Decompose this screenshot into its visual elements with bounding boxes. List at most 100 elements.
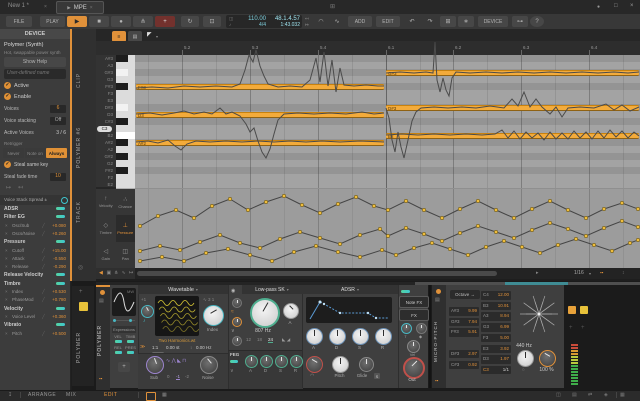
mod-remove-icon[interactable]: × bbox=[5, 331, 8, 336]
arranger-record-icon[interactable]: ⋔ bbox=[133, 16, 153, 27]
tuning-cell-B3[interactable]: B310.91 bbox=[481, 302, 511, 311]
mod-amount-value[interactable]: +0.080 bbox=[46, 223, 66, 228]
fx-slot[interactable]: FX bbox=[399, 309, 429, 321]
expression-lane[interactable] bbox=[135, 189, 640, 268]
expression-tab-pan[interactable]: ◫Pan bbox=[116, 242, 136, 268]
chain-plus-b[interactable]: + bbox=[581, 325, 585, 331]
lane-tool-icon-2[interactable]: ⋔ bbox=[114, 270, 118, 276]
spread-modulator-icon[interactable] bbox=[61, 197, 68, 204]
mod-remove-icon[interactable]: × bbox=[5, 264, 8, 269]
steal-same-key-checkbox[interactable]: ✓ bbox=[4, 161, 11, 168]
piano-key-black-D#3[interactable] bbox=[116, 104, 128, 111]
chain-add-icon[interactable]: + bbox=[79, 289, 83, 295]
piano-key-black-C#3[interactable] bbox=[116, 118, 128, 125]
file-button[interactable]: FILE bbox=[6, 16, 32, 27]
record-button[interactable]: ● bbox=[111, 16, 131, 27]
mod-curve-icon[interactable]: ╱ bbox=[42, 289, 45, 295]
note-B2[interactable]: B2 bbox=[386, 133, 639, 139]
piano-key-black-F#2[interactable] bbox=[116, 167, 128, 174]
redo-button[interactable]: ↷ bbox=[422, 16, 438, 27]
lane-tool-icon-0[interactable]: ◀ bbox=[99, 270, 103, 276]
tempo-display[interactable]: 110.00 bbox=[238, 16, 266, 22]
voices-value[interactable]: 6 bbox=[50, 105, 66, 113]
wavetable-name[interactable]: Two Harmonics.wt bbox=[150, 338, 204, 343]
tuning-cell-F3[interactable]: F35.00 bbox=[481, 334, 511, 343]
jump-in-icon[interactable]: ↤ bbox=[18, 184, 23, 191]
freq-value[interactable]: 0.00 Hz bbox=[196, 345, 212, 350]
grid-row-E2[interactable] bbox=[135, 181, 640, 189]
jump-forward-icon[interactable]: ↦ bbox=[305, 22, 309, 28]
enable-checkbox[interactable]: ✓ bbox=[4, 93, 11, 100]
feg-knob-S[interactable] bbox=[275, 355, 288, 368]
retrigger-option-always[interactable]: Always bbox=[46, 148, 67, 158]
feg-knob-D[interactable] bbox=[260, 355, 273, 368]
status-right-icon-3[interactable]: ◈ bbox=[604, 392, 608, 398]
status-right-icon-0[interactable]: ◫ bbox=[556, 392, 561, 398]
mod-curve-icon[interactable]: ╱ bbox=[42, 314, 45, 320]
piano-key-E2[interactable] bbox=[116, 181, 135, 189]
tuning-cell-D#3[interactable]: D#32.97 bbox=[449, 350, 479, 359]
osc-keytrack-icon[interactable]: ♪ bbox=[143, 318, 146, 324]
grid-panel-icon[interactable]: ▦ bbox=[162, 392, 167, 398]
device-button[interactable]: DEVICE bbox=[478, 16, 508, 27]
grid-value-dropdown-icon[interactable]: ▾ bbox=[589, 271, 591, 276]
note-D3[interactable]: D3 bbox=[136, 112, 384, 118]
mod-amount-value[interactable]: +0.260 bbox=[46, 231, 66, 236]
expression-tab-pressure[interactable]: ⊥Pressure bbox=[116, 215, 136, 241]
mod-curve-icon[interactable]: ╱ bbox=[42, 223, 45, 229]
adsr-knob-A[interactable] bbox=[306, 328, 323, 345]
ref-freq-knob[interactable] bbox=[517, 350, 534, 367]
feg-knob-A[interactable] bbox=[245, 355, 258, 368]
jump-out-icon[interactable]: ↦ bbox=[6, 184, 11, 191]
retrigger-option-note-on[interactable]: Note on bbox=[25, 148, 46, 158]
expression-cell-rel[interactable]: REL bbox=[112, 345, 124, 355]
filter-type-header[interactable]: Low-pass SK▾ bbox=[242, 285, 302, 294]
window-close-icon[interactable]: × bbox=[630, 3, 634, 9]
loop-button[interactable]: ↻ bbox=[181, 16, 199, 27]
freq-stepper-icon[interactable]: ↕ bbox=[190, 345, 192, 350]
note-fx-slot[interactable]: Note FX bbox=[399, 296, 429, 308]
filter-shape-knob[interactable] bbox=[232, 336, 242, 346]
adsr-out-indicator[interactable] bbox=[401, 290, 410, 293]
mod-amount-value[interactable]: -0.290 bbox=[46, 264, 66, 269]
mod-curve-icon[interactable]: ╱ bbox=[42, 331, 45, 337]
view-button-arrange[interactable]: ARRANGE bbox=[28, 392, 56, 398]
retrigger-option-never[interactable]: Never bbox=[3, 148, 24, 158]
pointer-tool-dropdown-icon[interactable]: ▾ bbox=[156, 34, 158, 39]
adsr-knob-S[interactable] bbox=[352, 328, 369, 345]
editor-scrollbar-handle[interactable] bbox=[137, 271, 497, 276]
expression-cell-pres[interactable]: PRES bbox=[125, 345, 137, 355]
mod-curve-icon[interactable]: ╱ bbox=[42, 297, 45, 303]
osc-header[interactable]: Wavetable▾ bbox=[138, 285, 228, 294]
note-A#2[interactable]: A#2 bbox=[136, 140, 384, 146]
mod-indicator[interactable] bbox=[56, 307, 65, 310]
expression-cell-timb[interactable]: TIMB bbox=[125, 334, 137, 344]
polymer-device-name[interactable]: POLYMER bbox=[97, 310, 109, 370]
tuning-cell-C3[interactable]: C31/1 bbox=[481, 366, 511, 375]
pointer-tool-icon[interactable]: ◤ bbox=[147, 31, 152, 38]
stop-button[interactable]: ■ bbox=[89, 16, 109, 27]
cutoff-knob[interactable] bbox=[250, 298, 280, 328]
automation-follow-icon[interactable]: ∿ bbox=[330, 16, 344, 27]
help-button[interactable]: ? bbox=[530, 16, 544, 27]
polymer-preset-icon[interactable]: ▤ bbox=[99, 298, 104, 304]
detune-value[interactable]: 0.00 st bbox=[166, 345, 180, 350]
feg-curve-icon[interactable]: ∨ bbox=[230, 368, 234, 374]
mod-indicator[interactable] bbox=[56, 282, 65, 285]
tab-track[interactable]: TRACK bbox=[76, 190, 90, 234]
filter-curve-icons[interactable]: ◣ ◢ bbox=[282, 337, 290, 343]
view-button-mix[interactable]: MIX bbox=[66, 392, 76, 398]
osc-pitch-knob[interactable] bbox=[141, 305, 154, 318]
mod-amount-value[interactable]: +15.00 bbox=[46, 248, 66, 253]
feg-knob-R[interactable] bbox=[290, 355, 303, 368]
piano-key-black-F#3[interactable] bbox=[116, 83, 128, 90]
download-icon[interactable]: ↧ bbox=[8, 392, 12, 398]
tuning-cell-A3[interactable]: A38.94 bbox=[481, 312, 511, 321]
out-knob[interactable] bbox=[403, 357, 425, 379]
edit-button[interactable]: EDIT bbox=[376, 16, 400, 27]
mod-indicator[interactable] bbox=[56, 323, 65, 326]
steal-fade-time-value[interactable]: 10 bbox=[50, 173, 66, 181]
status-right-icon-4[interactable]: ▦ bbox=[620, 392, 625, 398]
mod-remove-icon[interactable]: × bbox=[5, 248, 8, 253]
filter-slope-12[interactable]: 12 bbox=[246, 337, 251, 342]
